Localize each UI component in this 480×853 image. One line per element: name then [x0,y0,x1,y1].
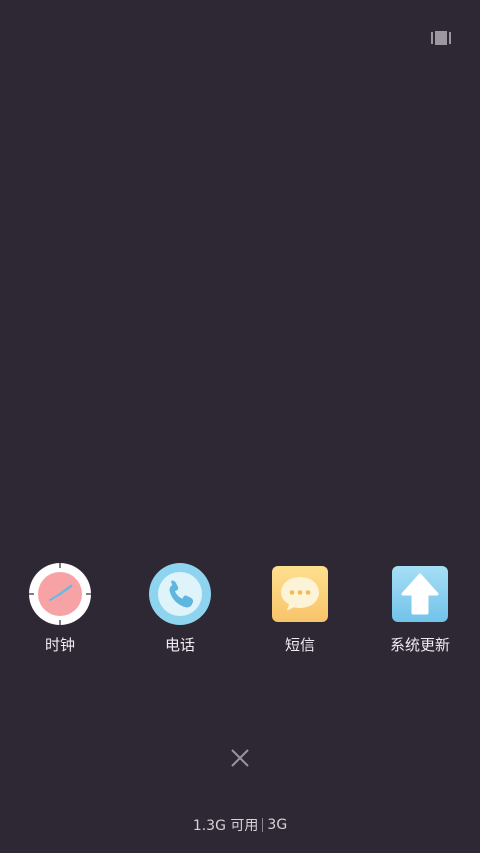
clear-all-button[interactable] [226,744,254,772]
recent-app-phone[interactable]: 电话 [130,562,230,662]
close-icon [231,749,249,767]
card-view-toggle-button[interactable] [430,30,452,46]
memory-divider [262,818,264,832]
recent-app-messages[interactable]: 短信 [250,562,350,662]
phone-icon [149,563,211,625]
update-arrow-icon [392,566,448,622]
recent-app-label: 短信 [284,636,315,654]
memory-available-text: 1.3G 可用 [192,818,259,834]
card-view-icon [431,31,451,45]
recent-app-system-update[interactable]: 系统更新 [370,562,470,662]
recent-app-label: 系统更新 [389,636,450,654]
memory-status: 1.3G 可用 3G [0,815,480,835]
message-icon [272,566,328,622]
recent-app-clock[interactable]: 时钟 [10,562,110,662]
recent-app-label: 时钟 [44,636,75,654]
clock-icon [29,563,91,625]
recent-apps-row: 时钟 电话 短信 系统更新 [0,562,480,662]
recent-app-label: 电话 [164,636,195,654]
memory-total-text: 3G [267,817,288,833]
